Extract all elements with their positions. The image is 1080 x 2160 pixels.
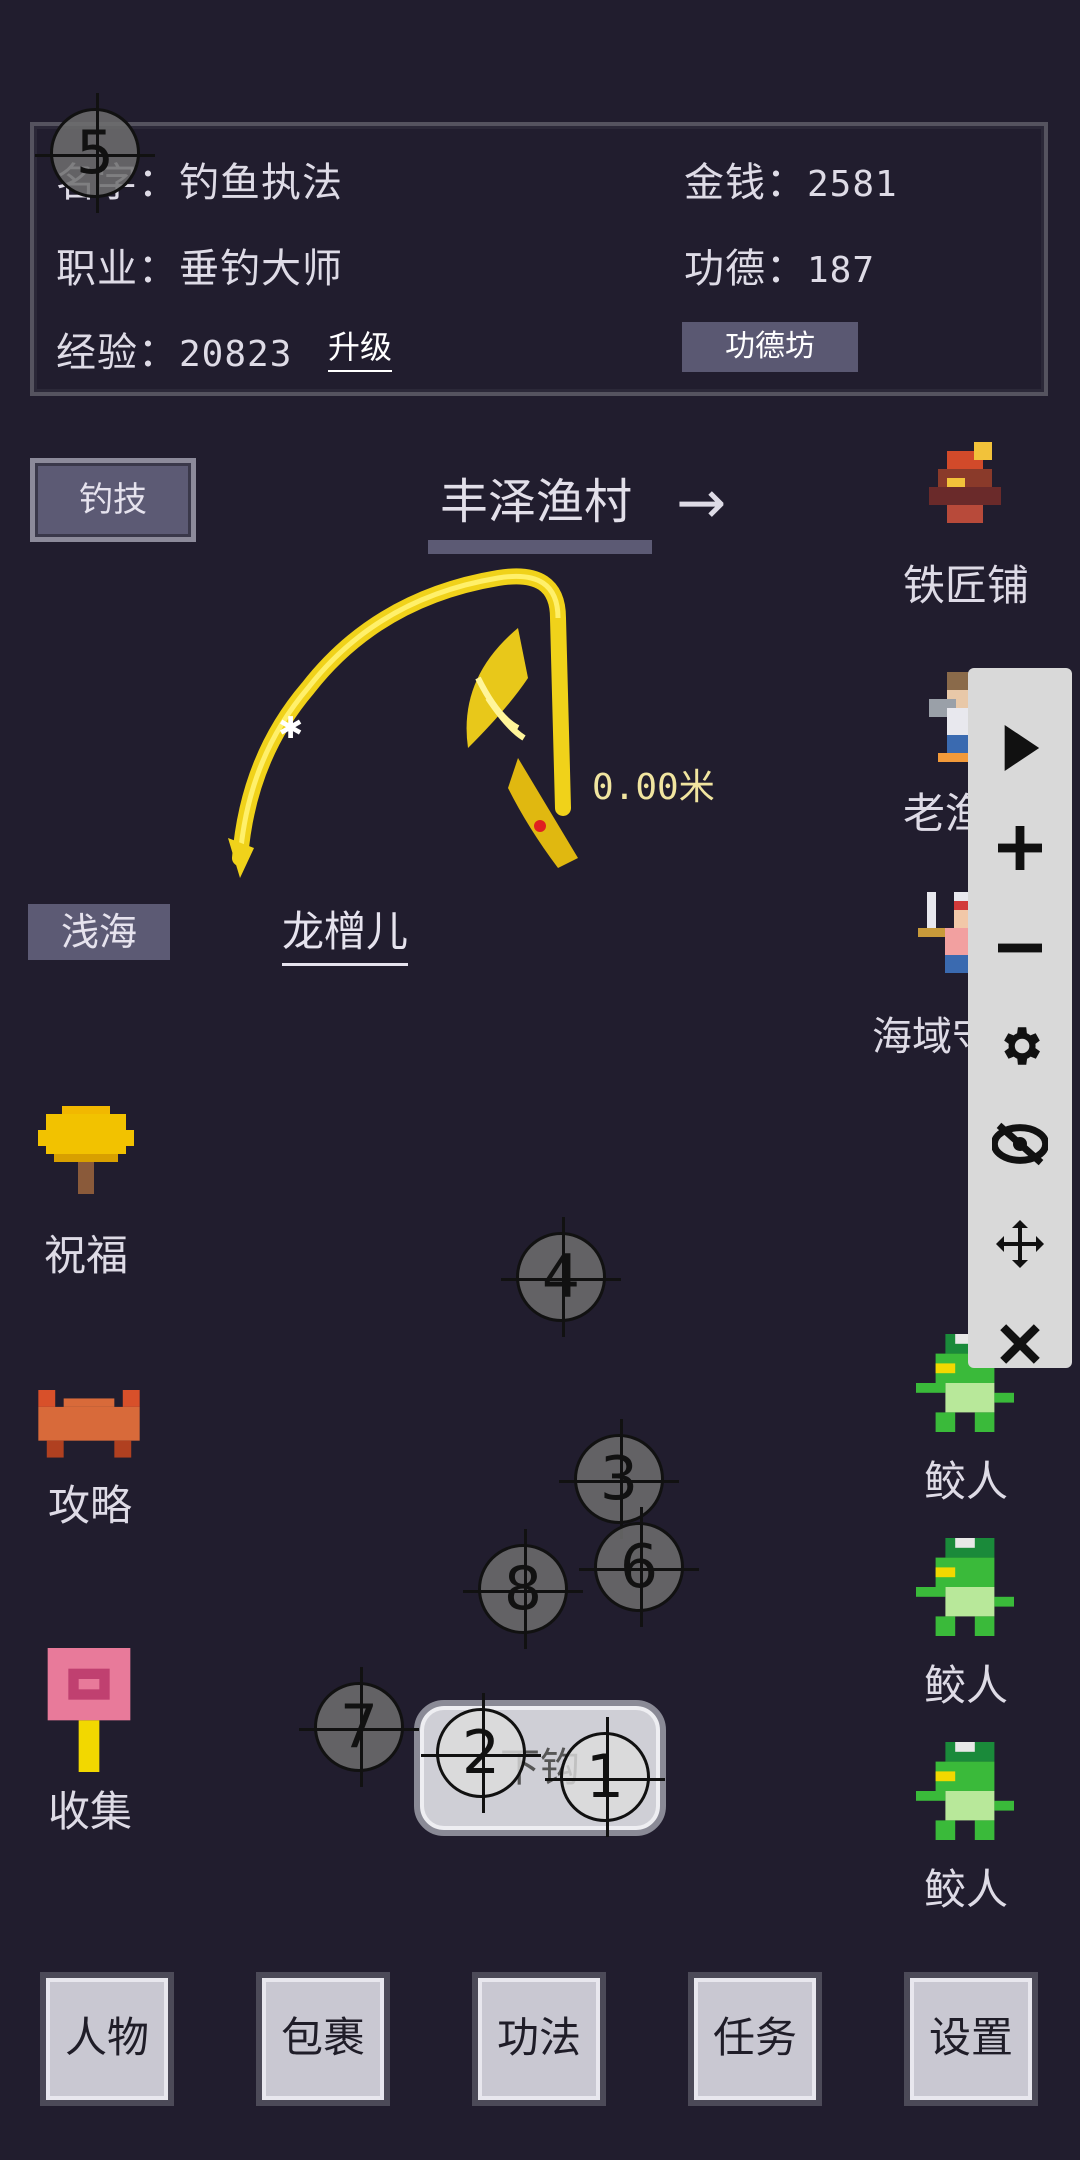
collection-label[interactable]: 收集 (20, 1778, 160, 1839)
nav-skills-button[interactable]: 功法 (472, 1972, 606, 2106)
merfolk-label-3[interactable]: 鲛人 (866, 1856, 1066, 1917)
money-value: 2581 (807, 164, 898, 205)
nav-settings-button[interactable]: 设置 (904, 1972, 1038, 2106)
golden-dragon-icon[interactable]: ✱ (218, 558, 598, 882)
merfolk-icon[interactable] (916, 1538, 1014, 1640)
money-row: 金钱：2581 (684, 150, 898, 208)
guide-label[interactable]: 攻略 (20, 1472, 160, 1533)
next-location-arrow-icon[interactable]: → (676, 468, 726, 538)
gear-icon[interactable] (992, 1018, 1048, 1074)
merit-label: 功德： (684, 246, 807, 292)
nav-inventory-button[interactable]: 包裹 (256, 1972, 390, 2106)
merit-shop-button[interactable]: 功德坊 (682, 322, 858, 372)
svg-text:✱: ✱ (278, 711, 303, 746)
marker-8: 8 (463, 1529, 583, 1649)
floating-toolbar (968, 668, 1072, 1368)
marker-4: 4 (501, 1217, 621, 1337)
merit-row: 功德：187 (684, 236, 875, 294)
marker-7: 7 (299, 1667, 419, 1787)
marker-5: 5 (35, 93, 155, 213)
blessing-label[interactable]: 祝福 (16, 1222, 156, 1283)
move-icon[interactable] (992, 1216, 1048, 1272)
merfolk-label-1[interactable]: 鲛人 (866, 1448, 1066, 1509)
merfolk-icon[interactable] (916, 1742, 1014, 1844)
location-underline (428, 540, 652, 554)
merit-value: 187 (807, 250, 876, 291)
crab-icon[interactable] (38, 1390, 140, 1470)
close-icon[interactable] (992, 1316, 1048, 1372)
nav-quests-button[interactable]: 任务 (688, 1972, 822, 2106)
job-value: 垂钓大师 (179, 246, 343, 292)
play-icon[interactable] (992, 720, 1048, 776)
exp-value: 20823 (179, 334, 293, 375)
location-title: 丰泽渔村 (440, 474, 633, 530)
upgrade-link[interactable]: 升级 (328, 322, 393, 372)
merfolk-label-2[interactable]: 鲛人 (866, 1652, 1066, 1713)
catch-distance: 0.00米 (592, 767, 715, 808)
marker-2: 2 (421, 1693, 541, 1813)
minus-icon[interactable] (992, 920, 1048, 976)
fishing-skill-button[interactable]: 钓技 (30, 458, 196, 542)
zone-tab-shallow-sea[interactable]: 浅海 (28, 904, 170, 960)
name-value: 钓鱼执法 (179, 160, 343, 206)
plus-icon[interactable] (992, 820, 1048, 876)
tree-icon[interactable] (38, 1104, 134, 1208)
money-label: 金钱： (684, 160, 807, 206)
blacksmith-icon[interactable] (920, 442, 1010, 536)
marker-1: 1 (545, 1717, 665, 1837)
lollipop-icon[interactable] (46, 1648, 132, 1776)
exp-label: 经验： (56, 330, 179, 376)
marker-3: 3 (559, 1419, 679, 1539)
eye-off-icon[interactable] (992, 1116, 1048, 1172)
target-fish-name[interactable]: 龙橧儿 (282, 898, 409, 966)
blacksmith-label[interactable]: 铁匠铺 (866, 552, 1066, 613)
job-label: 职业： (56, 246, 179, 292)
exp-row: 经验：20823 (56, 320, 292, 378)
job-row: 职业：垂钓大师 (56, 236, 343, 294)
nav-character-button[interactable]: 人物 (40, 1972, 174, 2106)
marker-6: 6 (579, 1507, 699, 1627)
